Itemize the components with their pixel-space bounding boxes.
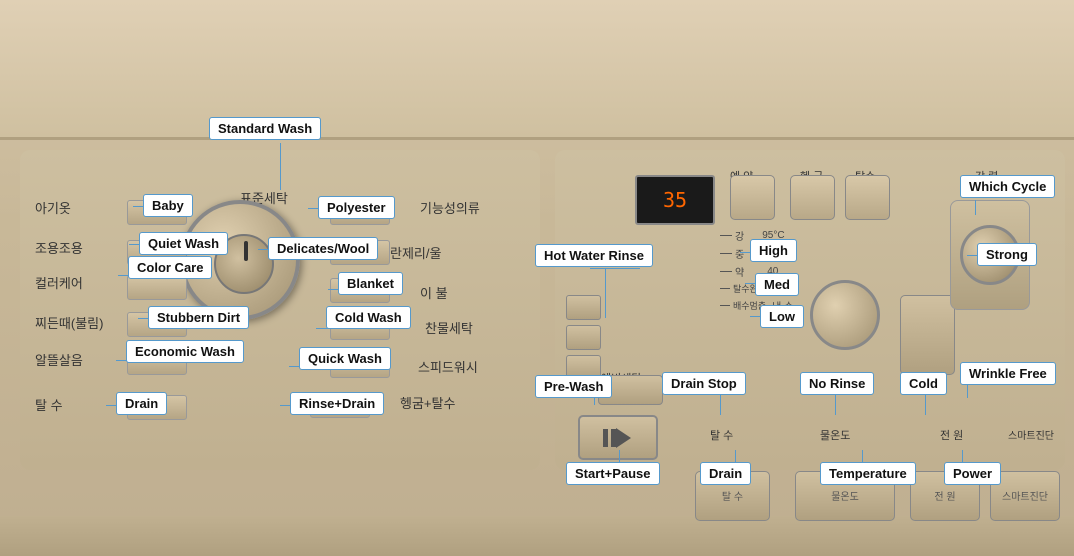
economic-wash-annotation: Economic Wash (126, 340, 244, 363)
cold-wash-annotation: Cold Wash (326, 306, 411, 329)
smart-korean-label: 스마트진단 (1002, 488, 1048, 503)
no-rinse-annotation: No Rinse (800, 372, 874, 395)
med-annotation: Med (755, 273, 799, 296)
baby-annotation: Baby (143, 194, 193, 217)
schedule-button[interactable] (730, 175, 775, 220)
low-annotation: Low (760, 305, 804, 328)
korean-drain: 탈 수 (35, 395, 63, 414)
power-korean-label: 전 원 (934, 488, 955, 503)
cold-annotation: Cold (900, 372, 947, 395)
standard-wash-annotation: Standard Wash (209, 117, 321, 140)
korean-laundry: 란제리/울 (390, 243, 441, 262)
display-screen: 35 (635, 175, 715, 225)
blanket-annotation: Blanket (338, 272, 403, 295)
quiet-wash-annotation: Quiet Wash (139, 232, 228, 255)
wrinkle-free-button[interactable] (900, 295, 955, 375)
korean-speed: 스피드워시 (418, 357, 478, 376)
dewater-button[interactable] (845, 175, 890, 220)
high-annotation: High (750, 239, 797, 262)
korean-smart: 스마트진단 (1008, 427, 1054, 442)
standard-wash-line (280, 143, 281, 190)
quick-wash-annotation: Quick Wash (299, 347, 391, 370)
display-value: 35 (663, 188, 687, 212)
rinse-drain-annotation: Rinse+Drain (290, 392, 384, 415)
korean-cold: 찬물세탁 (425, 318, 473, 337)
korean-quiet: 조용조용 (35, 238, 83, 257)
temperature-annotation: Temperature (820, 462, 916, 485)
drain-korean-label: 탈 수 (722, 488, 743, 503)
drain-stop-annotation: Drain Stop (662, 372, 746, 395)
play-icon (616, 428, 631, 448)
hot-water-rinse-line-v (605, 268, 606, 318)
korean-color: 컬러케어 (35, 273, 83, 292)
start-pause-annotation: Start+Pause (566, 462, 660, 485)
polyester-annotation: Polyester (318, 196, 395, 219)
which-cycle-annotation: Which Cycle (960, 175, 1055, 198)
prewash-annotation: Pre-Wash (535, 375, 612, 398)
temperature-korean-label: 물온도 (831, 488, 859, 503)
dial-indicator (244, 241, 248, 261)
strong-annotation: Strong (977, 243, 1037, 266)
power-annotation: Power (944, 462, 1001, 485)
header-strip (0, 0, 1074, 140)
rinse-button[interactable] (790, 175, 835, 220)
stubbern-dirt-annotation: Stubbern Dirt (148, 306, 249, 329)
hot-water-rinse-line-h (590, 268, 640, 269)
korean-drain2: 탈 수 (710, 427, 733, 443)
korean-power: 전 원 (940, 427, 963, 443)
wrinkle-free-annotation: Wrinkle Free (960, 362, 1056, 385)
korean-blanket: 이 불 (420, 283, 448, 302)
start-pause-area[interactable] (578, 415, 658, 460)
footer-strip (0, 516, 1074, 556)
pause-icon (603, 429, 616, 447)
color-care-annotation: Color Care (128, 256, 212, 279)
hot-water-rinse-annotation: Hot Water Rinse (535, 244, 653, 267)
korean-economic: 알뜰살음 (35, 350, 83, 369)
korean-stubbern: 찌든때(불림) (35, 313, 103, 332)
korean-rinse-drain: 헹굼+탈수 (400, 393, 455, 412)
korean-temp: 물온도 (820, 427, 850, 443)
drain-btn-annotation: Drain (700, 462, 751, 485)
drain-annotation: Drain (116, 392, 167, 415)
korean-functional: 기능성의류 (420, 198, 480, 217)
spin-knob[interactable] (810, 280, 880, 350)
which-cycle-line (975, 200, 976, 215)
delicates-wool-annotation: Delicates/Wool (268, 237, 378, 260)
cycle-btn-2[interactable] (566, 325, 601, 350)
korean-baby: 아기옷 (35, 198, 71, 217)
cycle-btn-1[interactable] (566, 295, 601, 320)
